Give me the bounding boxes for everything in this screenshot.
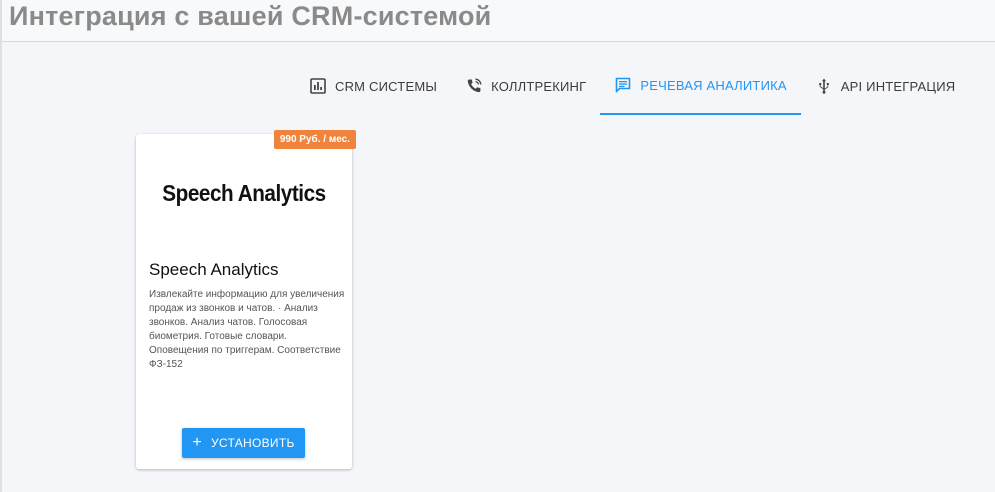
tab-api-integration[interactable]: API интеграция <box>801 57 970 115</box>
tab-label: API интеграция <box>840 78 956 94</box>
usb-icon <box>815 77 833 95</box>
price-badge: 990 Руб. / мес. <box>273 130 356 149</box>
message-icon <box>614 76 632 94</box>
tab-label: Коллтрекинг <box>491 78 587 94</box>
tab-calltracking[interactable]: Коллтрекинг <box>451 57 600 115</box>
chart-icon <box>309 77 327 95</box>
tab-label: CRM системы <box>335 78 438 94</box>
page-header: Интеграция с вашей CRM-системой <box>2 0 995 42</box>
tab-speech-analytics[interactable]: Речевая аналитика <box>600 57 801 115</box>
tab-label: Речевая аналитика <box>640 77 787 93</box>
integration-tabs: CRM системы Коллтрекинг Р <box>295 57 969 115</box>
install-button[interactable]: + Установить <box>182 428 305 458</box>
speech-analytics-logo: Speech Analytics <box>162 180 326 206</box>
card-title: Speech Analytics <box>149 260 279 279</box>
page-title: Интеграция с вашей CRM-системой <box>9 1 492 31</box>
plus-icon: + <box>192 434 202 451</box>
integration-card: 990 Руб. / мес. Speech Analytics Speech … <box>136 130 356 469</box>
tab-crm-systems[interactable]: CRM системы <box>295 57 451 115</box>
install-button-label: Установить <box>210 436 295 450</box>
phone-wifi-icon <box>465 77 483 95</box>
card-description: Извлекайте информацию для увеличения про… <box>149 289 345 370</box>
page: Интеграция с вашей CRM-системой CRM сист… <box>0 0 995 492</box>
